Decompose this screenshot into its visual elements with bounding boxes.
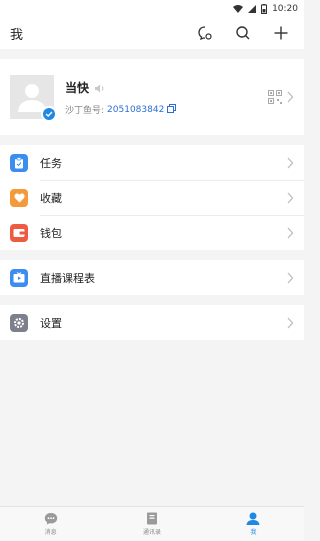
chevron-right-icon — [287, 192, 294, 203]
menu-group-main: 任务 收藏 钱包 — [0, 145, 304, 250]
tab-contacts[interactable]: 通讯录 — [101, 507, 202, 541]
chevron-right-icon — [287, 91, 294, 103]
status-bar: 10:20 — [0, 0, 304, 17]
search-button[interactable] — [230, 20, 256, 46]
clipboard-icon — [10, 153, 28, 172]
tab-label: 消息 — [44, 529, 57, 536]
speaker-icon — [94, 78, 106, 97]
menu-item-live-schedule[interactable]: 直播课程表 — [0, 260, 304, 295]
page-title: 我 — [10, 27, 24, 43]
chat-bubble-icon — [198, 26, 212, 41]
profile-name: 当快 — [65, 81, 90, 95]
avatar[interactable] — [10, 75, 57, 122]
profile-id-value: 2051083842 — [107, 104, 165, 115]
chevron-right-icon — [287, 272, 294, 283]
menu-item-label: 收藏 — [40, 191, 62, 205]
header: 我 — [0, 17, 304, 49]
tab-label: 我 — [250, 529, 257, 536]
copy-icon[interactable] — [167, 103, 177, 116]
search-icon — [236, 26, 250, 40]
menu-item-favorites[interactable]: 收藏 — [0, 180, 304, 215]
menu-item-tasks[interactable]: 任务 — [0, 145, 304, 180]
add-button[interactable] — [268, 20, 294, 46]
gear-icon — [10, 313, 28, 332]
bottom-tab-bar: 消息 通讯录 我 — [0, 506, 304, 541]
tab-me[interactable]: 我 — [203, 507, 304, 541]
chevron-right-icon — [287, 157, 294, 168]
menu-item-label: 任务 — [40, 156, 62, 170]
status-time: 10:20 — [272, 3, 298, 14]
wallet-icon — [10, 223, 28, 242]
tab-label: 通讯录 — [142, 529, 161, 536]
verified-badge-icon — [41, 106, 57, 122]
menu-group-live: 直播课程表 — [0, 260, 304, 295]
menu-item-label: 钱包 — [40, 226, 62, 240]
plus-icon — [274, 26, 288, 40]
wifi-icon — [233, 4, 244, 13]
menu-item-wallet[interactable]: 钱包 — [0, 215, 304, 250]
tab-messages[interactable]: 消息 — [0, 507, 101, 541]
menu-item-settings[interactable]: 设置 — [0, 305, 304, 340]
menu-group-settings: 设置 — [0, 305, 304, 340]
tv-icon — [10, 268, 28, 287]
profile-id-label: 沙丁鱼号: — [65, 106, 105, 116]
qr-code-button[interactable] — [268, 90, 294, 104]
qr-code-icon — [268, 90, 282, 104]
person-icon — [246, 512, 260, 525]
menu-item-label: 直播课程表 — [40, 271, 95, 285]
chevron-right-icon — [287, 317, 294, 328]
chevron-right-icon — [287, 227, 294, 238]
chat-icon-button[interactable] — [192, 20, 218, 46]
signal-icon — [248, 4, 257, 13]
message-bubble-icon — [44, 513, 57, 525]
address-book-icon — [146, 512, 157, 525]
profile-info: 当快 沙丁鱼号: 2051083842 — [65, 78, 268, 116]
default-avatar-icon — [18, 84, 46, 112]
menu-item-label: 设置 — [40, 316, 62, 330]
battery-icon — [261, 3, 268, 14]
heart-icon — [10, 188, 28, 207]
profile-card[interactable]: 当快 沙丁鱼号: 2051083842 — [0, 59, 304, 135]
